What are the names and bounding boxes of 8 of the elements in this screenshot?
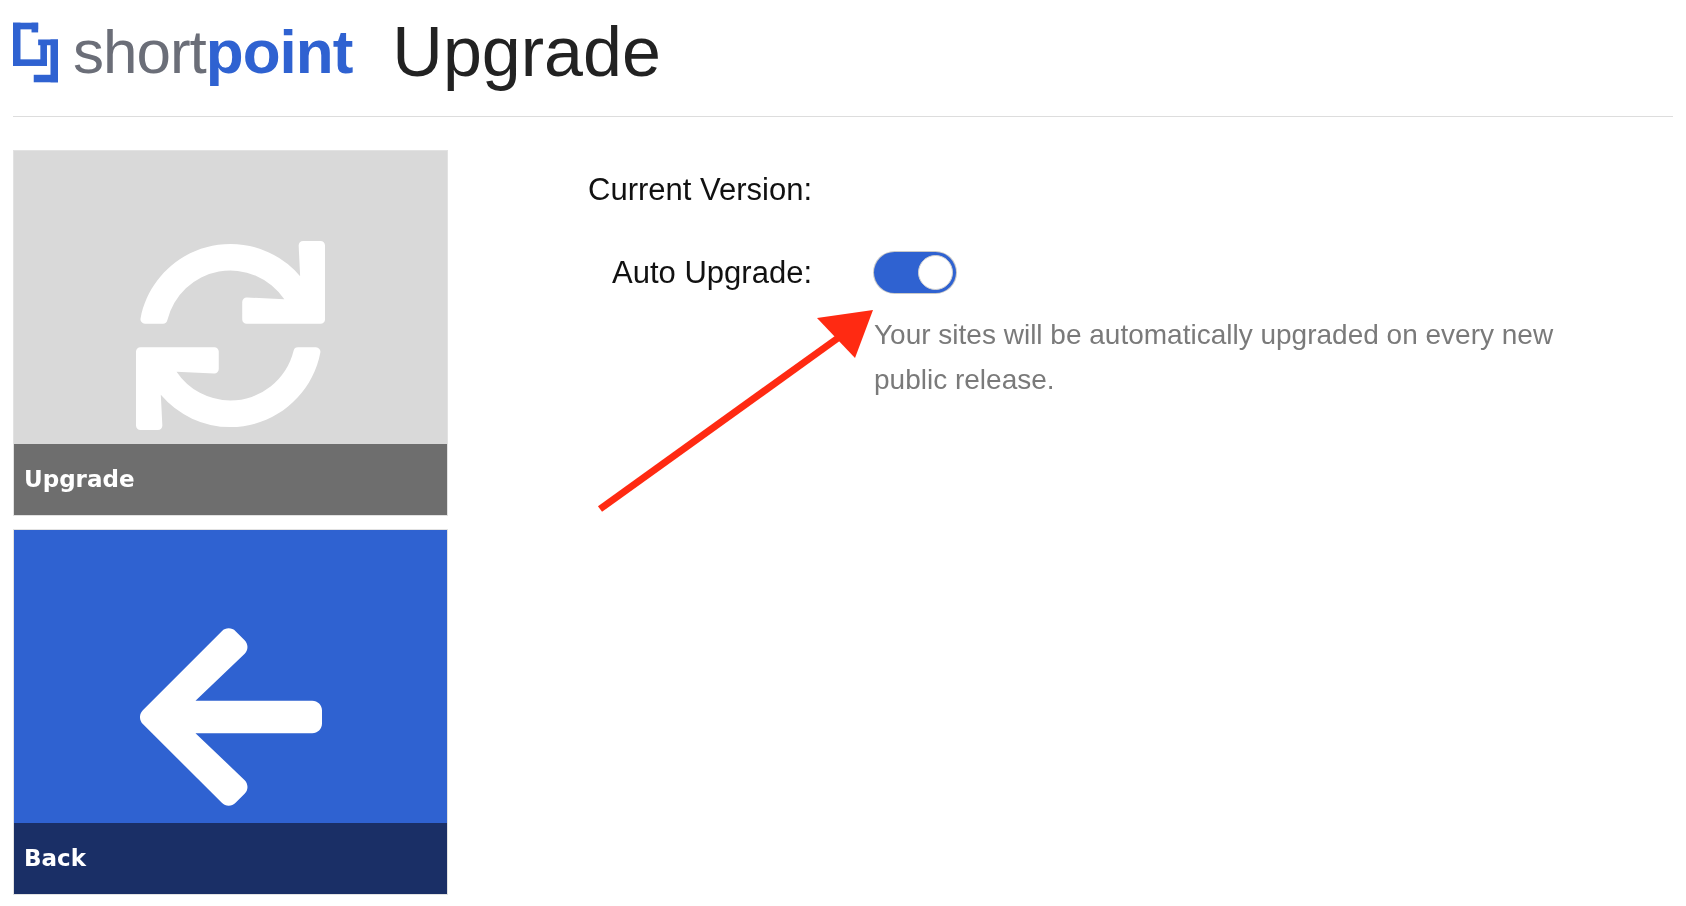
field-label: Current Version: xyxy=(588,172,812,207)
refresh-icon xyxy=(136,241,325,430)
logo-icon xyxy=(13,21,58,83)
field-label: Auto Upgrade: xyxy=(612,254,812,290)
tile-button[interactable]: Back xyxy=(13,529,448,895)
toggle-switch[interactable] xyxy=(874,252,956,293)
tile-button[interactable]: Upgrade xyxy=(13,150,448,516)
help-text: Your sites will be automatically upgraded on every new public release. xyxy=(874,318,1555,397)
